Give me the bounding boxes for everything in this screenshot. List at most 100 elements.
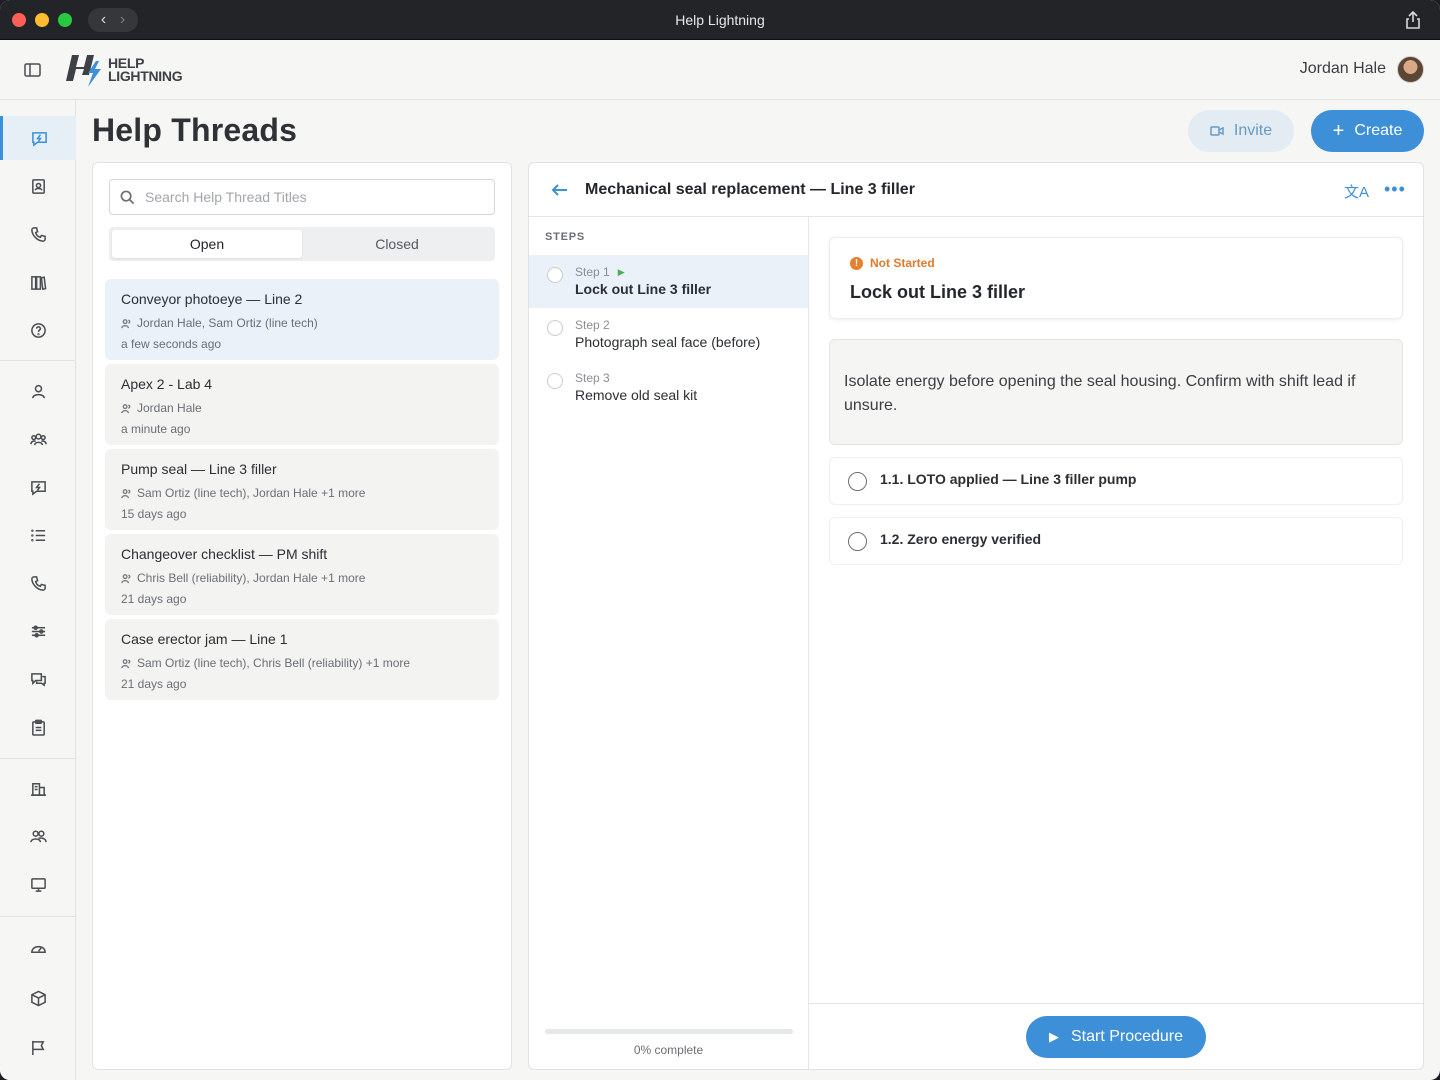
step-card: ! Not Started Lock out Line 3 filler: [829, 237, 1403, 319]
status-badge: ! Not Started: [850, 256, 935, 270]
lightning-logo-icon: [66, 55, 101, 87]
step-item[interactable]: Step 1 ▶ Lock out Line 3 filler: [529, 255, 808, 308]
messages-icon[interactable]: [0, 657, 76, 701]
steps-label: STEPS: [545, 231, 586, 243]
participants-text: Jordan Hale, Sam Ortiz (line tech): [137, 316, 318, 330]
avatar[interactable]: [1397, 56, 1424, 83]
nav-divider: [0, 360, 75, 361]
check-label: 1.2. Zero energy verified: [880, 531, 1042, 547]
create-label: Create: [1354, 122, 1403, 139]
thread-time: a minute ago: [121, 422, 191, 436]
participants-text: Jordan Hale: [137, 401, 202, 415]
app-window: ‹ › Help Lightning HELP LIGHTNING Jordan…: [0, 0, 1440, 1080]
participants-icon: [121, 658, 131, 668]
invite-button[interactable]: Invite: [1188, 110, 1294, 152]
step-status-radio: [547, 320, 563, 336]
contacts-icon[interactable]: [0, 164, 76, 208]
help-icon[interactable]: [0, 308, 76, 352]
left-nav: [0, 100, 76, 1080]
checklist-item[interactable]: 1.1. LOTO applied — Line 3 filler pump: [829, 457, 1403, 505]
search-box[interactable]: [109, 179, 495, 215]
play-icon: ▶: [617, 266, 625, 277]
warning-icon: !: [850, 256, 863, 270]
step-title: Remove old seal kit: [575, 387, 698, 403]
list-icon[interactable]: [0, 513, 76, 557]
step-number-text: Step 3: [575, 371, 610, 385]
thread-item[interactable]: Pump seal — Line 3 filler Sam Ortiz (lin…: [105, 449, 499, 530]
help-thread-icon[interactable]: [0, 116, 76, 160]
flag-icon[interactable]: [0, 1025, 76, 1069]
settings-sliders-icon[interactable]: [0, 609, 76, 653]
detail-header: Mechanical seal replacement — Line 3 fil…: [529, 163, 1423, 217]
participants-icon: [121, 488, 131, 498]
step-status-radio: [547, 267, 563, 283]
tab-open[interactable]: Open: [112, 230, 302, 258]
thread-item[interactable]: Conveyor photoeye — Line 2 Jordan Hale, …: [105, 279, 499, 360]
app-header: HELP LIGHTNING Jordan Hale: [0, 40, 1440, 100]
package-icon[interactable]: [0, 976, 76, 1020]
thread-time: 21 days ago: [121, 677, 187, 691]
start-procedure-button[interactable]: ▶ Start Procedure: [1026, 1016, 1206, 1058]
invite-label: Invite: [1233, 122, 1273, 139]
groups-icon[interactable]: [0, 814, 76, 858]
play-icon: ▶: [1048, 1029, 1059, 1044]
thread-title: Apex 2 - Lab 4: [121, 376, 213, 392]
check-radio[interactable]: [848, 532, 867, 551]
calls-icon[interactable]: [0, 561, 76, 605]
step-item[interactable]: Step 2 Photograph seal face (before): [529, 308, 808, 361]
thread-participants: Chris Bell (reliability), Jordan Hale +1…: [121, 571, 483, 585]
thread-participants: Sam Ortiz (line tech), Jordan Hale +1 mo…: [121, 486, 483, 500]
checklist-item[interactable]: 1.2. Zero energy verified: [829, 517, 1403, 565]
progress-text: 0% complete: [633, 1043, 704, 1057]
title-bar: ‹ › Help Lightning: [0, 0, 1440, 40]
phone-icon[interactable]: [0, 212, 76, 256]
step-number: Step 3: [575, 371, 610, 385]
thread-time: 21 days ago: [121, 592, 187, 606]
thread-item[interactable]: Case erector jam — Line 1 Sam Ortiz (lin…: [105, 619, 499, 700]
step-note: Isolate energy before opening the seal h…: [829, 339, 1403, 445]
clipboard-icon[interactable]: [0, 705, 76, 749]
create-button[interactable]: + Create: [1311, 110, 1424, 152]
thread-title: Conveyor photoeye — Line 2: [121, 291, 303, 307]
monitor-icon[interactable]: [0, 862, 76, 906]
status-tabs: Open Closed: [109, 227, 495, 261]
step-item[interactable]: Step 3 Remove old seal kit: [529, 361, 808, 414]
more-options-icon[interactable]: •••: [1384, 179, 1406, 200]
thread-item[interactable]: Changeover checklist — PM shift Chris Be…: [105, 534, 499, 615]
step-number-text: Step 2: [575, 318, 610, 332]
search-input[interactable]: [145, 189, 485, 205]
building-icon[interactable]: [0, 766, 76, 810]
library-icon[interactable]: [0, 260, 76, 304]
user-name[interactable]: Jordan Hale: [1300, 60, 1386, 78]
thread-participants: Sam Ortiz (line tech), Chris Bell (relia…: [121, 656, 483, 670]
participants-icon: [121, 573, 131, 583]
step-title: Lock out Line 3 filler: [575, 281, 712, 297]
help-thread-admin-icon[interactable]: [0, 465, 76, 509]
plus-icon: +: [1332, 120, 1345, 142]
share-icon[interactable]: [1404, 10, 1422, 30]
tab-closed[interactable]: Closed: [302, 230, 492, 258]
back-arrow-icon[interactable]: [551, 181, 569, 199]
step-status-radio: [547, 373, 563, 389]
sidebar-toggle-icon[interactable]: [24, 62, 41, 78]
start-procedure-label: Start Procedure: [1070, 1028, 1184, 1045]
step-number: Step 1 ▶: [575, 265, 625, 279]
thread-participants: Jordan Hale: [121, 401, 483, 415]
search-icon: [120, 190, 135, 204]
help-lightning-logo[interactable]: HELP LIGHTNING: [66, 50, 183, 90]
detail-footer: ▶ Start Procedure: [809, 1003, 1423, 1069]
participants-icon: [121, 403, 131, 413]
translate-icon[interactable]: 文A: [1344, 181, 1369, 202]
logo-line-2: LIGHTNING: [108, 68, 183, 84]
team-icon[interactable]: [0, 417, 76, 461]
thread-time: a few seconds ago: [121, 337, 222, 351]
check-radio[interactable]: [848, 472, 867, 491]
nav-divider: [0, 758, 75, 759]
dashboard-icon[interactable]: [0, 926, 76, 970]
threads-panel: Open Closed Conveyor photoeye — Line 2 J…: [92, 162, 512, 1070]
window-title: Help Lightning: [675, 12, 765, 28]
step-number-text: Step 1: [575, 265, 610, 279]
step-title: Photograph seal face (before): [575, 334, 761, 350]
thread-item[interactable]: Apex 2 - Lab 4 Jordan Hale a minute ago: [105, 364, 499, 445]
user-icon[interactable]: [0, 369, 76, 413]
